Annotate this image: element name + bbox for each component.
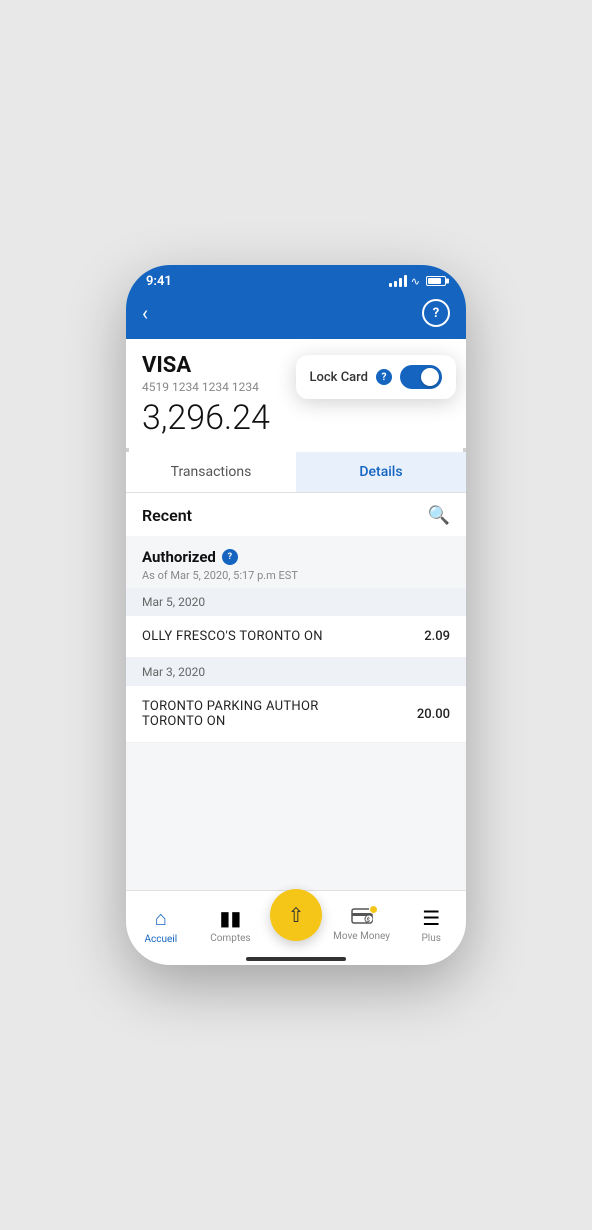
account-header: VISA 4519 1234 1234 1234 3,296.24 Lock C… bbox=[126, 339, 466, 448]
nav-home-label: Accueil bbox=[144, 934, 177, 945]
fab-button[interactable]: ⇧ bbox=[270, 889, 322, 941]
nav-plus-label: Plus bbox=[421, 933, 440, 944]
home-indicator bbox=[246, 957, 346, 961]
date-header-1: Mar 5, 2020 bbox=[126, 588, 466, 616]
transaction-name-2: TORONTO PARKING AUTHORTORONTO ON bbox=[142, 699, 319, 729]
recent-title: Recent bbox=[142, 506, 192, 525]
back-button[interactable]: ‹ bbox=[142, 301, 148, 325]
nav-bar: ‹ ? bbox=[126, 293, 466, 339]
authorized-date: As of Mar 5, 2020, 5:17 p.m EST bbox=[142, 569, 450, 582]
recent-header: Recent 🔍 bbox=[126, 493, 466, 536]
tab-details[interactable]: Details bbox=[296, 452, 466, 492]
authorized-help-icon[interactable]: ? bbox=[222, 549, 238, 565]
table-row[interactable]: OLLY FRESCO'S TORONTO ON 2.09 bbox=[126, 616, 466, 658]
transaction-amount-2: 20.00 bbox=[417, 707, 450, 722]
search-button[interactable]: 🔍 bbox=[428, 505, 450, 526]
svg-text:$: $ bbox=[366, 917, 370, 924]
tabs-container: Transactions Details bbox=[126, 452, 466, 493]
help-button[interactable]: ? bbox=[422, 299, 450, 327]
nav-move-money[interactable]: $ Move Money bbox=[332, 908, 392, 942]
bottom-nav: ⌂ Accueil ▮▮ Comptes ⇧ $ Move Money bbox=[126, 890, 466, 965]
date-header-2: Mar 3, 2020 bbox=[126, 658, 466, 686]
transaction-name: OLLY FRESCO'S TORONTO ON bbox=[142, 629, 323, 644]
status-time: 9:41 bbox=[146, 274, 172, 289]
tab-transactions[interactable]: Transactions bbox=[126, 452, 296, 492]
status-icons: ∿ bbox=[389, 275, 446, 288]
lock-card-toggle[interactable] bbox=[400, 365, 442, 389]
nav-home[interactable]: ⌂ Accueil bbox=[131, 906, 191, 945]
wifi-icon: ∿ bbox=[411, 275, 420, 288]
table-row[interactable]: TORONTO PARKING AUTHORTORONTO ON 20.00 bbox=[126, 686, 466, 743]
content-area: Recent 🔍 Authorized ? As of Mar 5, 2020,… bbox=[126, 493, 466, 890]
account-balance: 3,296.24 bbox=[142, 398, 450, 438]
lock-card-label: Lock Card bbox=[310, 370, 369, 385]
authorized-row: Authorized ? bbox=[142, 548, 450, 566]
lock-help-icon[interactable]: ? bbox=[376, 369, 392, 385]
nav-plus[interactable]: ☰ Plus bbox=[401, 906, 461, 944]
fab-up-icon: ⇧ bbox=[288, 903, 305, 927]
home-icon: ⌂ bbox=[155, 906, 167, 931]
nav-accounts[interactable]: ▮▮ Comptes bbox=[200, 906, 260, 944]
status-bar: 9:41 ∿ bbox=[126, 265, 466, 293]
phone-shell: 9:41 ∿ ‹ ? VISA 4519 1234 1234 1234 3,29… bbox=[126, 265, 466, 965]
lock-card-popup: Lock Card ? bbox=[296, 355, 457, 399]
authorized-label: Authorized bbox=[142, 548, 216, 566]
toggle-knob bbox=[421, 368, 439, 386]
nav-accounts-label: Comptes bbox=[210, 933, 250, 944]
nav-move-money-label: Move Money bbox=[333, 931, 390, 942]
battery-icon bbox=[426, 276, 446, 286]
accounts-icon: ▮▮ bbox=[219, 906, 241, 930]
plus-menu-icon: ☰ bbox=[422, 906, 440, 930]
transaction-amount: 2.09 bbox=[424, 629, 450, 644]
move-money-icon: $ bbox=[351, 908, 373, 928]
signal-icon bbox=[389, 275, 407, 287]
authorized-section: Authorized ? As of Mar 5, 2020, 5:17 p.m… bbox=[126, 536, 466, 588]
